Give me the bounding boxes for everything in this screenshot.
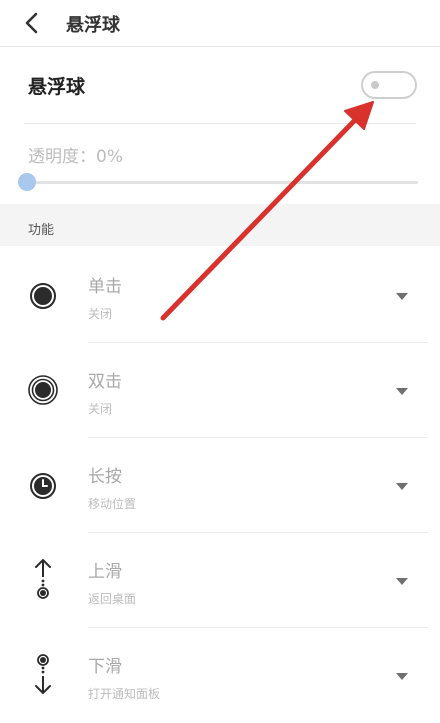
swipe-down-icon bbox=[35, 654, 51, 694]
gesture-action: 关闭 bbox=[88, 307, 113, 321]
gesture-name: 长按 bbox=[88, 467, 122, 487]
gesture-name: 下滑 bbox=[88, 657, 122, 677]
dropdown-caret-icon[interactable] bbox=[396, 673, 408, 680]
page-title: 悬浮球 bbox=[66, 15, 120, 36]
gesture-action: 打开通知面板 bbox=[88, 687, 161, 701]
opacity-label: 透明度：0% bbox=[28, 147, 123, 167]
floating-ball-label: 悬浮球 bbox=[28, 76, 86, 98]
section-header: 功能 bbox=[0, 204, 440, 246]
dropdown-caret-icon[interactable] bbox=[396, 293, 408, 300]
dropdown-caret-icon[interactable] bbox=[396, 483, 408, 490]
double-circle-icon bbox=[28, 375, 58, 405]
gesture-action: 返回桌面 bbox=[88, 592, 137, 606]
dropdown-caret-icon[interactable] bbox=[396, 388, 408, 395]
gesture-name: 上滑 bbox=[88, 562, 122, 582]
back-button[interactable] bbox=[20, 10, 46, 36]
gesture-name: 单击 bbox=[88, 277, 122, 297]
swipe-up-icon bbox=[35, 559, 51, 599]
dropdown-caret-icon[interactable] bbox=[396, 578, 408, 585]
switch-knob bbox=[371, 81, 379, 89]
opacity-slider[interactable] bbox=[18, 172, 418, 192]
clock-icon bbox=[30, 473, 56, 499]
gesture-item-swipe-up[interactable]: 上滑 返回桌面 bbox=[0, 533, 440, 628]
floating-ball-switch[interactable] bbox=[361, 71, 417, 99]
gesture-item-single-tap[interactable]: 单击 关闭 bbox=[0, 248, 440, 343]
chevron-left-icon bbox=[25, 12, 38, 34]
gesture-item-double-tap[interactable]: 双击 关闭 bbox=[0, 343, 440, 438]
gesture-action: 移动位置 bbox=[88, 497, 137, 511]
gesture-item-swipe-down[interactable]: 下滑 打开通知面板 bbox=[0, 628, 440, 723]
section-label: 功能 bbox=[28, 223, 55, 238]
gesture-action: 关闭 bbox=[88, 402, 113, 416]
slider-thumb[interactable] bbox=[18, 173, 36, 191]
gesture-name: 双击 bbox=[88, 372, 122, 392]
top-bar: 悬浮球 bbox=[0, 0, 440, 47]
gesture-item-long-press[interactable]: 长按 移动位置 bbox=[0, 438, 440, 533]
slider-track bbox=[26, 181, 418, 184]
divider bbox=[24, 123, 416, 124]
dot-circle-icon bbox=[30, 283, 56, 309]
